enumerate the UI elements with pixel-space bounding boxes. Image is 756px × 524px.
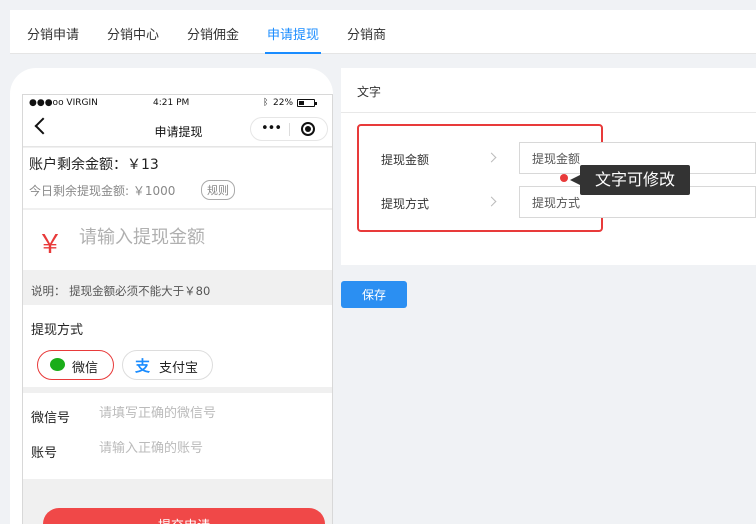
method-wechat-option[interactable]: 微信 <box>37 350 114 380</box>
method-wechat-label: 微信 <box>72 361 99 376</box>
field-label-method: 提现方式 <box>381 197 430 211</box>
account-label: 账号 <box>31 446 58 461</box>
battery-icon <box>297 99 317 107</box>
tab-distribution-center[interactable]: 分销中心 <box>107 24 159 43</box>
method-alipay-option[interactable]: 支 支付宝 <box>122 350 213 380</box>
bluetooth-icon: ᛒ <box>263 98 269 108</box>
amount-input[interactable] <box>79 227 319 248</box>
save-button[interactable]: 保存 <box>341 281 407 308</box>
balance-section: 账户剩余金额：￥13 今日剩余提现金额: ￥1000 规则 <box>23 148 332 208</box>
tab-distribution-apply[interactable]: 分销申请 <box>27 24 79 43</box>
panel-title: 文字 <box>357 85 382 99</box>
status-bar: ●●●oo VIRGIN 4:21 PM ᛒ 22% <box>23 95 332 111</box>
account-input[interactable] <box>99 441 319 456</box>
text-editor-panel: 文字 提现金额 提现方式 <box>341 68 756 265</box>
tab-distribution-commission[interactable]: 分销佣金 <box>187 24 239 43</box>
mini-nav-bar: 申请提现 ••• <box>23 111 332 147</box>
time-text: 4:21 PM <box>153 98 190 108</box>
capsule-divider <box>289 123 290 136</box>
method-title: 提现方式 <box>31 323 84 338</box>
submit-button[interactable]: 提交申请 <box>43 508 325 524</box>
wechat-id-label: 微信号 <box>31 411 71 426</box>
close-target-icon[interactable] <box>301 122 315 136</box>
tab-distributors[interactable]: 分销商 <box>347 24 386 43</box>
account-balance: 账户剩余金额：￥13 <box>29 157 159 173</box>
panel-divider <box>341 112 756 113</box>
tab-apply-withdraw[interactable]: 申请提现 <box>264 24 322 54</box>
phone-preview: ●●●oo VIRGIN 4:21 PM ᛒ 22% 申请提现 ••• 账户剩余… <box>10 68 333 524</box>
wechat-icon <box>50 358 65 371</box>
more-icon[interactable]: ••• <box>261 122 282 136</box>
tooltip-dot <box>560 174 568 182</box>
field-label-amount: 提现金额 <box>381 153 430 167</box>
battery-percent: 22% <box>273 98 294 108</box>
account-section: 微信号 账号 <box>23 393 332 479</box>
alipay-icon: 支 <box>135 357 151 375</box>
withdraw-note: 说明： 提现金额必须不能大于￥80 <box>31 284 211 298</box>
yuan-icon: ￥ <box>37 230 64 260</box>
today-withdraw-limit: 今日剩余提现金额: ￥1000 <box>29 184 176 198</box>
rule-badge[interactable]: 规则 <box>201 180 235 200</box>
method-alipay-label: 支付宝 <box>159 361 199 376</box>
amount-row: ￥ <box>23 210 332 270</box>
phone-screen: ●●●oo VIRGIN 4:21 PM ᛒ 22% 申请提现 ••• 账户剩余… <box>22 94 333 524</box>
capsule-menu: ••• <box>250 117 328 141</box>
withdraw-method-section: 提现方式 微信 支 支付宝 <box>23 305 332 387</box>
editable-text-tooltip: 文字可修改 <box>570 165 690 195</box>
carrier-text: ●●●oo VIRGIN <box>29 98 98 108</box>
top-tab-bar: 分销申请 分销中心 分销佣金 申请提现 分销商 <box>10 10 756 54</box>
wechat-id-input[interactable] <box>99 406 319 421</box>
